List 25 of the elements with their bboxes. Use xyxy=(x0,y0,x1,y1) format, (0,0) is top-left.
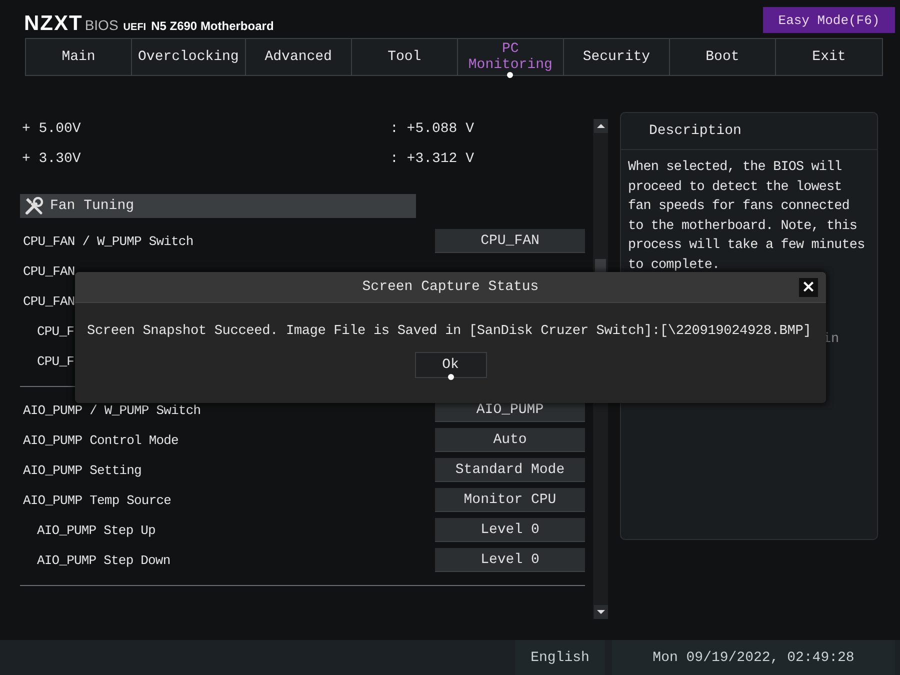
setting-label: AIO_PUMP Control Mode xyxy=(23,432,178,448)
section-header: Fan Tuning xyxy=(20,194,416,218)
voltage-value: : +3.312 V xyxy=(390,151,476,167)
setting-label: AIO_PUMP Step Down xyxy=(37,552,170,568)
setting-label: AIO_PUMP Step Up xyxy=(37,522,156,538)
voltage-label: + 5.00V xyxy=(22,121,82,137)
description-title: Description xyxy=(621,113,877,150)
dialog-title: Screen Capture Status xyxy=(362,279,539,295)
setting-label: CPU_FAN xyxy=(23,294,75,308)
voltage-value: : +5.088 V xyxy=(390,121,476,137)
uefi-label: UEFI xyxy=(123,22,146,33)
setting-label: AIO_PUMP Temp Source xyxy=(23,492,172,508)
setting-label: AIO_PUMP Setting xyxy=(23,462,142,478)
description-text: When selected, the BIOS will proceed to detect the lowest fan speeds for fans connected to the motherboard. Note, this process will take a few minutes to complete. xyxy=(628,159,866,275)
setting-label: CPU_FAN xyxy=(23,264,75,278)
date-time: Mon 09/19/2022, 02:49:28 xyxy=(612,640,895,675)
model-name: N5 Z690 Motherboard xyxy=(151,19,274,33)
bios-label: BIOS xyxy=(84,17,118,33)
dialog-message: Screen Snapshot Succeed. Image File is Saved in [SanDisk Cruzer Switch]:[\220919024928.BMP] xyxy=(87,324,812,339)
brand-logo: NZXT xyxy=(24,12,83,36)
voltage-label: + 3.30V xyxy=(22,151,82,167)
setting-label: CPU_F xyxy=(37,324,74,338)
setting-label: CPU_F xyxy=(37,354,74,368)
setting-label: AIO_PUMP / W_PUMP Switch xyxy=(23,402,201,418)
setting-label: CPU_FAN / W_PUMP Switch xyxy=(23,234,194,248)
